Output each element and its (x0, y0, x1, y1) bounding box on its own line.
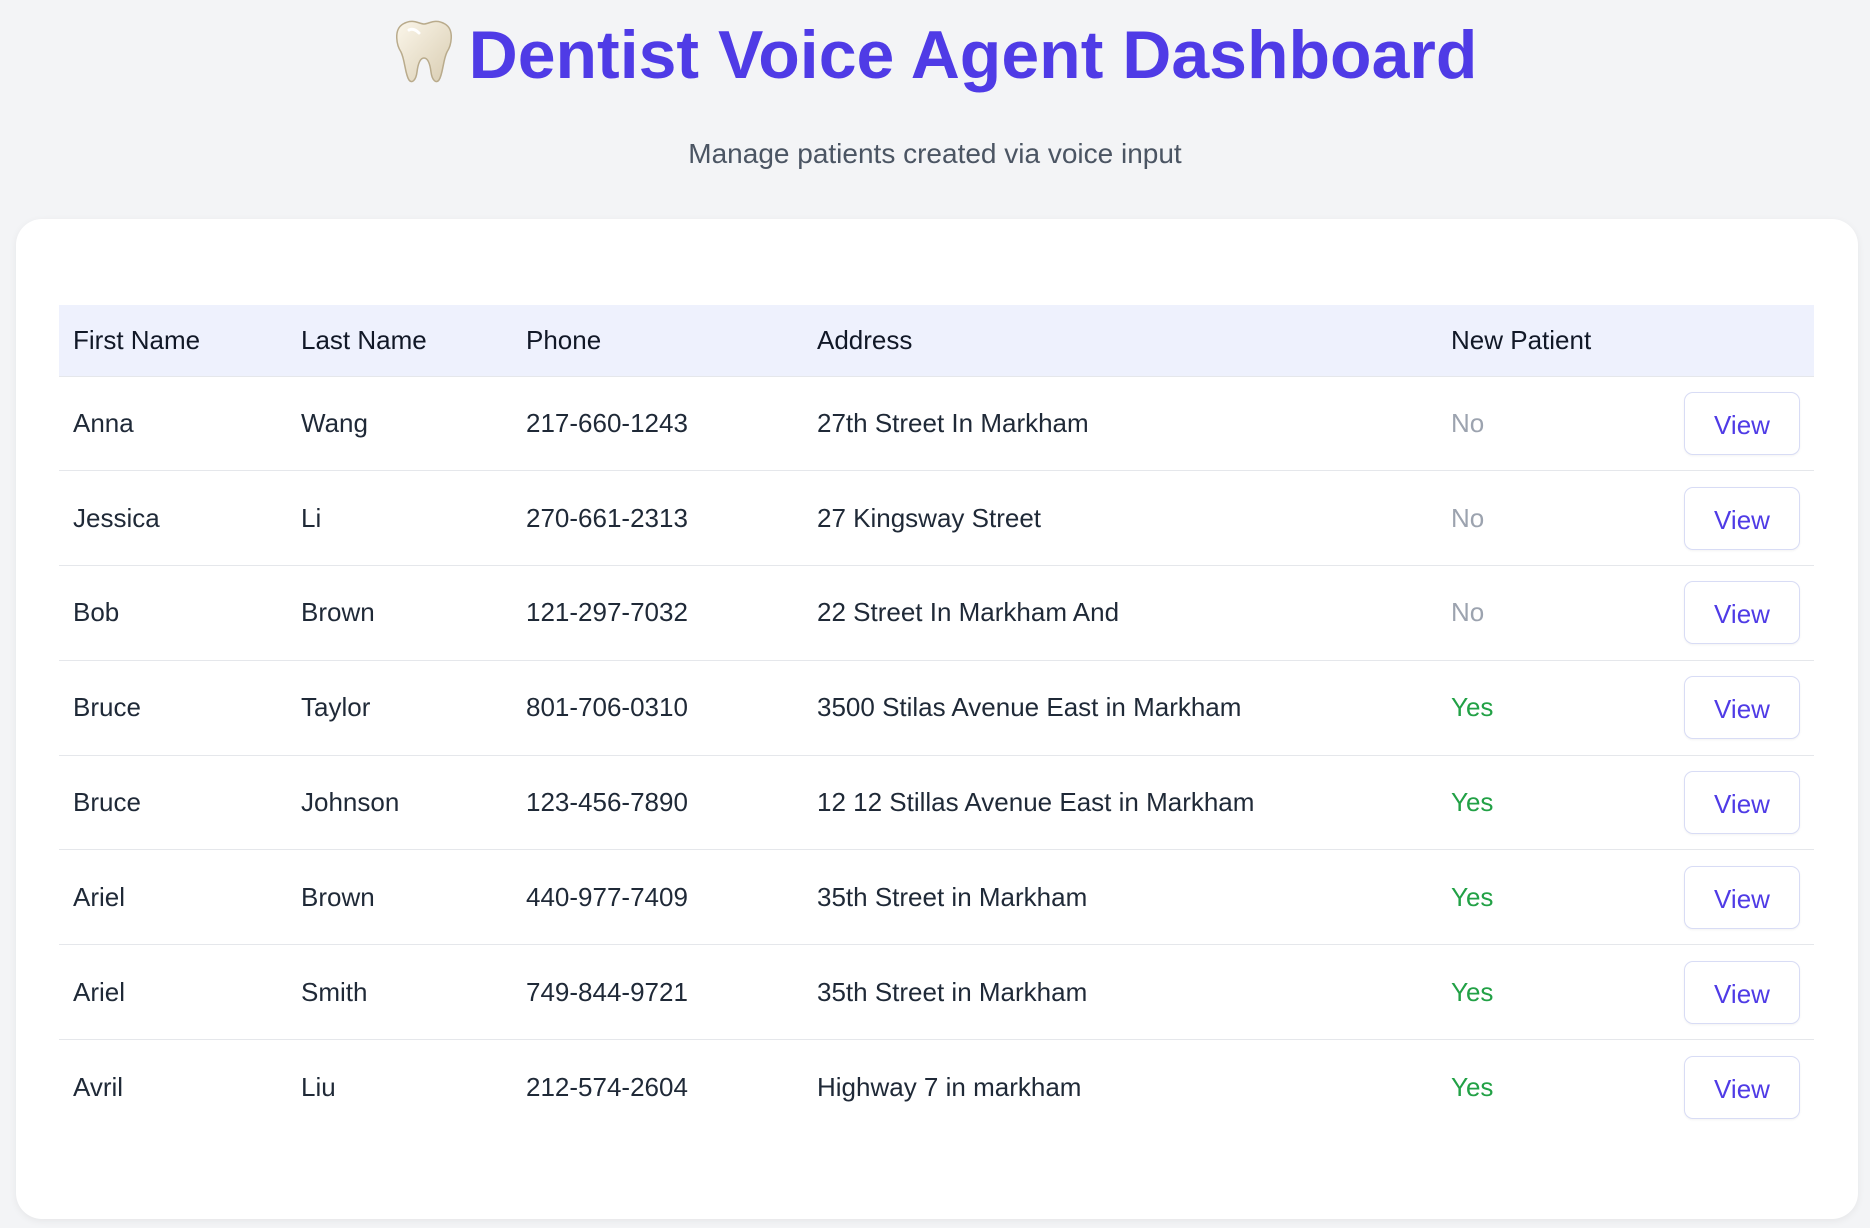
cell-actions: View (1670, 1040, 1814, 1135)
cell-phone: 801-706-0310 (526, 692, 688, 723)
table-row: Bob Brown 121-297-7032 22 Street In Markham… (59, 565, 1814, 661)
cell-phone: 123-456-7890 (526, 787, 688, 818)
cell-phone: 212-574-2604 (526, 1071, 688, 1102)
table-row: Bruce Johnson 123-456-7890 12 12 Stillas Av… (59, 755, 1814, 850)
view-patient-button[interactable]: View (1684, 581, 1800, 645)
table-row: Bruce Taylor 801-706-0310 3500 Stilas Avenu… (59, 660, 1814, 755)
cell-phone: 217-660-1243 (526, 407, 688, 438)
cell-address: 3500 Stilas Avenue East in Markham (817, 692, 1242, 723)
tooth-icon (395, 20, 452, 83)
cell-actions: View (1670, 660, 1814, 755)
column-header-last-name: Last Name (301, 324, 427, 355)
cell-last-name: Li (301, 502, 322, 533)
cell-first-name: Bruce (73, 787, 141, 818)
cell-phone: 121-297-7032 (526, 597, 688, 628)
page-title-text: Dentist Voice Agent Dashboard (468, 17, 1478, 93)
column-header-address: Address (817, 324, 913, 355)
view-patient-button[interactable]: View (1684, 865, 1800, 929)
table-header: First Name Last Name Phone Address New P… (59, 305, 1814, 376)
cell-first-name: Bob (73, 597, 120, 628)
view-patient-button[interactable]: View (1684, 960, 1800, 1024)
cell-address: 27 Kingsway Street (817, 502, 1042, 533)
cell-phone: 749-844-9721 (526, 976, 688, 1007)
view-patient-button[interactable]: View (1684, 486, 1800, 550)
cell-phone: 270-661-2313 (526, 502, 688, 533)
table-row: Ariel Brown 440-977-7409 35th Street in Mar… (59, 849, 1814, 945)
cell-last-name: Taylor (301, 692, 371, 723)
table-row: Ariel Smith 749-844-9721 35th Street in Mar… (59, 944, 1814, 1040)
cell-new-patient: Yes (1451, 692, 1494, 723)
cell-new-patient: No (1451, 502, 1485, 533)
cell-first-name: Ariel (73, 881, 126, 912)
cell-address: 12 12 Stillas Avenue East in Markham (817, 787, 1255, 818)
page-subtitle: Manage patients created via voice input (688, 138, 1182, 169)
cell-first-name: Ariel (73, 976, 126, 1007)
cell-actions: View (1670, 755, 1814, 850)
column-header-first-name: First Name (73, 324, 201, 355)
view-patient-button[interactable]: View (1684, 676, 1800, 740)
page-title: Dentist Voice Agent Dashboard (0, 10, 1870, 100)
cell-first-name: Anna (73, 407, 134, 438)
cell-address: 35th Street in Markham (817, 976, 1088, 1007)
cell-first-name: Avril (73, 1071, 124, 1102)
table-body: Anna Wang 217-660-1243 27th Street In Markh… (59, 376, 1814, 1134)
table-row: Jessica Li 270-661-2313 27 Kingsway Street N… (59, 470, 1814, 566)
cell-last-name: Liu (301, 1071, 336, 1102)
cell-new-patient: Yes (1451, 976, 1494, 1007)
cell-last-name: Brown (301, 597, 375, 628)
column-header-new-patient: New Patient (1451, 324, 1592, 355)
cell-address: 27th Street In Markham (817, 407, 1089, 438)
view-patient-button[interactable]: View (1684, 1055, 1800, 1119)
table-row: Anna Wang 217-660-1243 27th Street In Markh… (59, 376, 1814, 471)
cell-new-patient: Yes (1451, 881, 1494, 912)
cell-address: Highway 7 in markham (817, 1071, 1082, 1102)
cell-last-name: Smith (301, 976, 368, 1007)
column-header-phone: Phone (526, 324, 602, 355)
cell-actions: View (1670, 566, 1814, 661)
cell-phone: 440-977-7409 (526, 881, 688, 912)
view-patient-button[interactable]: View (1684, 391, 1800, 455)
cell-new-patient: No (1451, 597, 1485, 628)
cell-new-patient: Yes (1451, 787, 1494, 818)
cell-first-name: Jessica (73, 502, 160, 533)
cell-actions: View (1670, 376, 1814, 471)
patients-table: First Name Last Name Phone Address New P… (59, 305, 1814, 1134)
cell-last-name: Brown (301, 881, 375, 912)
cell-first-name: Bruce (73, 692, 141, 723)
column-header-actions (1670, 305, 1814, 376)
cell-actions: View (1670, 945, 1814, 1040)
table-row: Avril Liu 212-574-2604 Highway 7 in markham… (59, 1039, 1814, 1135)
cell-new-patient: Yes (1451, 1071, 1494, 1102)
cell-last-name: Johnson (301, 787, 400, 818)
table-header-row: First Name Last Name Phone Address New P… (59, 305, 1814, 376)
cell-actions: View (1670, 471, 1814, 566)
cell-address: 22 Street In Markham And (817, 597, 1120, 628)
cell-last-name: Wang (301, 407, 368, 438)
cell-new-patient: No (1451, 407, 1485, 438)
patients-card: First Name Last Name Phone Address New P… (16, 219, 1858, 1219)
cell-address: 35th Street in Markham (817, 881, 1088, 912)
cell-actions: View (1670, 850, 1814, 945)
view-patient-button[interactable]: View (1684, 771, 1800, 835)
